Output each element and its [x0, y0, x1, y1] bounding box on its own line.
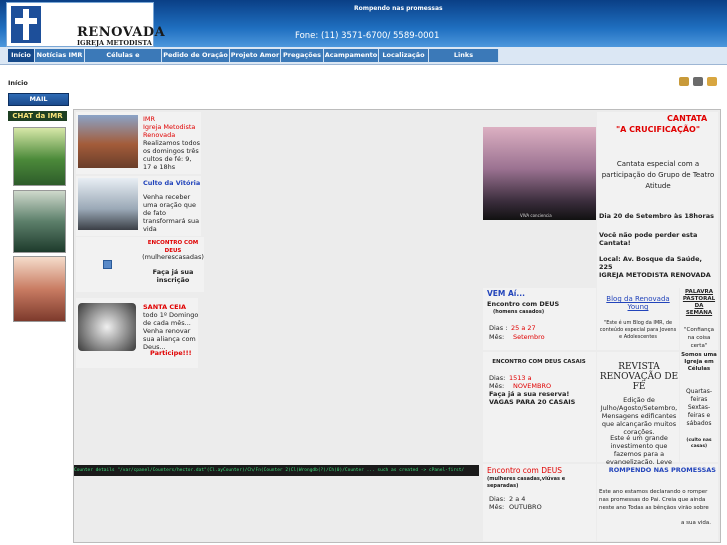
menu-item-acampamento[interactable]: Acampamento — [324, 49, 379, 62]
cross-icon — [11, 6, 41, 43]
revista-block: REVISTA RENOVAÇÃO DE FÉ Edição de Julho/… — [597, 352, 679, 474]
palavra-text: "Confiança na coisa certa" — [684, 327, 714, 349]
cantata-block: CANTATA "A CRUCIFICAÇÃO" Cantata especia… — [597, 112, 718, 288]
encontro1-sub: (mulherescasadas) — [142, 253, 204, 261]
encontro3-dias-label: Dias: — [489, 495, 506, 503]
email-icon[interactable] — [707, 77, 717, 86]
encontro3-mes-label: Mês: — [489, 503, 505, 511]
blog-block: Blog da Renovada Young "Este é um Blog d… — [597, 288, 679, 350]
culto-title[interactable]: Culto da Vitória — [143, 179, 200, 187]
palavra-title[interactable]: PALAVRA PASTORAL DA SEMANA — [681, 289, 717, 317]
imr-line2: Renovada — [143, 131, 176, 139]
encontro1-cta: Faça já sua inscrição — [152, 268, 194, 284]
site-logo[interactable]: RENOVADA IGREJA METODISTA — [6, 2, 165, 47]
vem-ai-block: VEM Aí... Encontro com DEUS (homens casa… — [483, 288, 596, 350]
santa-ceia-text: todo 1º Domingo de cada mês... Venha ren… — [143, 311, 199, 351]
menu-item-pregacoes[interactable]: Pregações — [281, 49, 324, 62]
encontro-mulheres2-block: Encontro com DEUS (mulheres casadas,viúv… — [483, 464, 596, 541]
cantata-title[interactable]: CANTATA — [667, 115, 707, 123]
content-area: IMR Igreja Metodista Renovada Realizamos… — [73, 109, 721, 543]
mail-button[interactable]: MAIL — [8, 93, 69, 106]
vem-ai-note: (homens casados) — [493, 309, 545, 315]
encontro2-title[interactable]: ENCONTRO COM DEUS CASAIS — [487, 358, 591, 366]
logo-name: RENOVADA — [77, 25, 166, 40]
encontro2-dias-label: Dias: — [489, 374, 506, 382]
magazine-thumb-2[interactable] — [13, 190, 66, 253]
magazine-thumb-3[interactable] — [13, 256, 66, 322]
encontro2-dias: 1513 a — [509, 374, 532, 382]
menu-item-links[interactable]: Links Interessantes — [429, 49, 499, 72]
encontro3-dias: 2 a 4 — [509, 495, 526, 503]
santa-ceia-title[interactable]: SANTA CEIA — [143, 303, 186, 311]
celulas-note: (culto nas casas) — [686, 438, 712, 449]
cantata-photo[interactable]: VIVA conciencia — [483, 127, 596, 220]
rompendo-title[interactable]: ROMPENDO NAS PROMESSAS — [599, 466, 716, 474]
rompendo-tail: a sua vida. — [681, 520, 711, 526]
header-tagline: Rompendo nas promessas — [354, 5, 443, 12]
header-phone: Fone: (11) 3571-6700/ 5589-0001 — [295, 31, 440, 41]
magazine-thumb-1[interactable] — [13, 127, 66, 186]
menu-item-localizacao[interactable]: Localização — [379, 49, 429, 62]
breadcrumb: Início — [8, 79, 28, 87]
revista-text: Edição de Julho/Agosto/Setembro, Mensage… — [600, 396, 678, 436]
menu-item-celulas[interactable]: Células e Ministérios — [85, 49, 162, 72]
encontro2-mes: NOVEMBRO — [513, 382, 552, 390]
blog-text: "Este é um Blog da IMR, de conteúdo espe… — [599, 320, 677, 340]
palavra-block: PALAVRA PASTORAL DA SEMANA "Confiança na… — [680, 288, 718, 350]
chat-banner[interactable]: CHAT da IMR — [8, 111, 67, 121]
revista-title[interactable]: REVISTA RENOVAÇÃO DE FÉ — [599, 362, 679, 392]
encontro2-vagas: VAGAS PARA 20 CASAIS — [489, 398, 576, 406]
cantata-invite: Você não pode perder esta Cantata! — [599, 231, 698, 247]
cantata-text: Cantata especial com a participação do G… — [601, 160, 715, 190]
cantata-subtitle: "A CRUCIFICAÇÃO" — [615, 125, 701, 134]
menu-item-inicio[interactable]: Início — [8, 49, 35, 62]
celulas-block: Somos uma Igreja em Células Quartas-feir… — [680, 352, 718, 462]
culto-photo[interactable] — [78, 178, 138, 230]
rompendo-text: Este ano estamos declarando o romper nas… — [599, 489, 709, 511]
main-menu: Início Notícias IMR Células e Ministério… — [0, 47, 727, 72]
blog-title[interactable]: Blog da Renovada Young — [599, 295, 677, 311]
print-icon[interactable] — [693, 77, 703, 86]
vem-ai-sub: Encontro com DEUS — [487, 300, 560, 308]
encontro3-sub: (mulheres casadas,viúvas e separadas) — [487, 476, 566, 489]
celulas-days: Quartas-feiras Sextas-feiras e sábados — [686, 388, 712, 427]
imr-text: Realizamos todos os domingos três cultos… — [143, 139, 200, 171]
site-header: RENOVADA IGREJA METODISTA Rompendo nas p… — [0, 0, 727, 47]
culto-block: Culto da Vitória Venha receber uma oraçã… — [76, 176, 201, 236]
rompendo-block: ROMPENDO NAS PROMESSAS Este ano estamos … — [597, 464, 718, 541]
vem-ai-title[interactable]: VEM Aí... — [487, 290, 525, 298]
encontro-mulheres-block: ENCONTRO COM DEUS (mulherescasadas) Faça… — [76, 237, 204, 292]
encontro3-mes: OUTUBRO — [509, 503, 542, 511]
culto-text: Venha receber uma oração que de fato tra… — [143, 193, 200, 233]
cantata-photo-caption: VIVA conciencia — [520, 213, 552, 218]
pdf-icon[interactable] — [679, 77, 689, 86]
cantata-church: IGREJA METODISTA RENOVADA — [599, 271, 711, 279]
cantata-date: Dia 20 de Setembro às 18horas — [599, 212, 714, 220]
menu-item-pedido-oracao[interactable]: Pedido de Oração — [162, 49, 230, 62]
imr-line1: Igreja Metodista — [143, 123, 196, 131]
menu-item-projeto-amor[interactable]: Projeto Amor — [230, 49, 281, 62]
encontro2-mes-label: Mês: — [489, 382, 505, 390]
encontro2-cta: Faça já a sua reserva! — [489, 390, 570, 398]
menu-item-noticias[interactable]: Notícias IMR — [35, 49, 85, 62]
vem-ai-mes: Setembro — [513, 333, 545, 341]
santa-ceia-cta: Participe!!! — [150, 349, 192, 357]
logo-subtitle: IGREJA METODISTA — [77, 39, 152, 47]
cantata-place: Local: Av. Bosque da Saúde, 225 — [599, 255, 702, 271]
celulas-text[interactable]: Somos uma Igreja em Células — [681, 352, 717, 373]
santa-ceia-photo[interactable] — [78, 303, 136, 351]
image-placeholder-icon — [103, 260, 112, 269]
vem-ai-mes-label: Mês: — [489, 333, 505, 341]
imr-block: IMR Igreja Metodista Renovada Realizamos… — [76, 112, 201, 174]
vem-ai-dias-label: Dias : — [489, 324, 508, 332]
encontro3-title[interactable]: Encontro com DEUS — [487, 467, 562, 475]
church-photo[interactable] — [78, 115, 138, 168]
imr-title[interactable]: IMR — [143, 115, 155, 123]
vem-ai-dias: 25 a 27 — [511, 324, 536, 332]
santa-ceia-block: SANTA CEIA todo 1º Domingo de cada mês..… — [76, 298, 198, 368]
encontro-casais-block: ENCONTRO COM DEUS CASAIS Dias: 1513 a Mê… — [483, 352, 596, 462]
counter-error-output: Counter details "/var/cpanel/Counters/he… — [74, 465, 479, 476]
